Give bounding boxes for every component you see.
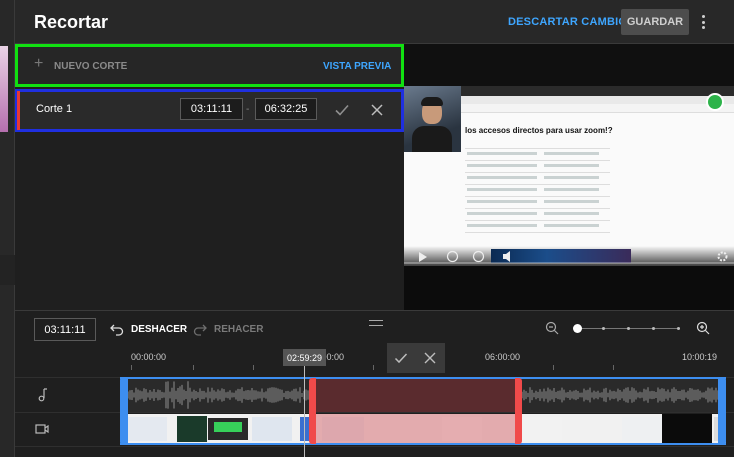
time-separator: - [246, 104, 250, 115]
webcam-overlay [404, 86, 461, 152]
cut-start-input[interactable]: 03:11:11 [180, 98, 243, 120]
current-timecode[interactable]: 03:11:11 [34, 318, 96, 341]
zoom-slider-knob[interactable] [573, 324, 582, 333]
cut-handle-start[interactable] [309, 378, 316, 444]
zoom-in-icon[interactable] [696, 321, 710, 335]
cut-region-audio [312, 378, 518, 412]
redo-icon[interactable] [193, 322, 207, 336]
check-icon[interactable] [394, 351, 408, 365]
redo-button[interactable]: REHACER [214, 324, 263, 335]
rail-item[interactable] [0, 255, 15, 285]
ruler-label: 06:00:00 [485, 352, 521, 362]
ruler-label: 10:00:19 [682, 352, 718, 362]
cut-region-video [312, 414, 518, 444]
rail-thumbnail[interactable] [0, 46, 8, 132]
cut-label: Corte 1 [36, 103, 73, 115]
undo-icon[interactable] [110, 322, 124, 336]
page-title: Recortar [34, 12, 109, 32]
music-note-icon [38, 388, 47, 402]
playhead[interactable] [304, 366, 305, 457]
resize-handle[interactable] [369, 320, 383, 326]
selection-border [120, 377, 726, 379]
preview-button[interactable]: VISTA PREVIA [323, 61, 391, 72]
video-background [404, 266, 734, 310]
close-icon[interactable] [369, 102, 385, 118]
avatar [706, 93, 724, 111]
browser-nav [461, 104, 734, 113]
more-options-icon[interactable] [698, 13, 708, 31]
video-progress[interactable] [404, 262, 734, 264]
discard-changes-button[interactable]: DESCARTAR CAMBIOS [508, 16, 635, 28]
trim-handle-end[interactable] [718, 377, 726, 445]
plus-icon[interactable]: + [34, 56, 47, 72]
cut-accent-bar [17, 91, 20, 130]
cut-end-input[interactable]: 06:32:25 [255, 98, 317, 120]
play-icon[interactable] [418, 252, 428, 262]
browser-tabs [461, 96, 734, 104]
video-camera-icon [35, 424, 49, 434]
undo-button[interactable]: DESHACER [131, 324, 187, 335]
selection-border [120, 443, 726, 445]
save-button[interactable]: GUARDAR [621, 9, 689, 35]
article-title: los accesos directos para usar zoom!? [465, 126, 613, 135]
new-cut-button[interactable]: NUEVO CORTE [54, 61, 127, 72]
video-frame[interactable]: los accesos directos para usar zoom!? [404, 86, 734, 266]
trim-handle-start[interactable] [120, 377, 128, 445]
cut-handle-end[interactable] [515, 378, 522, 444]
check-icon[interactable] [334, 102, 350, 118]
close-icon[interactable] [423, 351, 437, 365]
ruler-label: 00:00:00 [131, 352, 167, 362]
zoom-out-icon[interactable] [545, 321, 559, 335]
playhead-time: 02:59:29 [283, 349, 326, 366]
